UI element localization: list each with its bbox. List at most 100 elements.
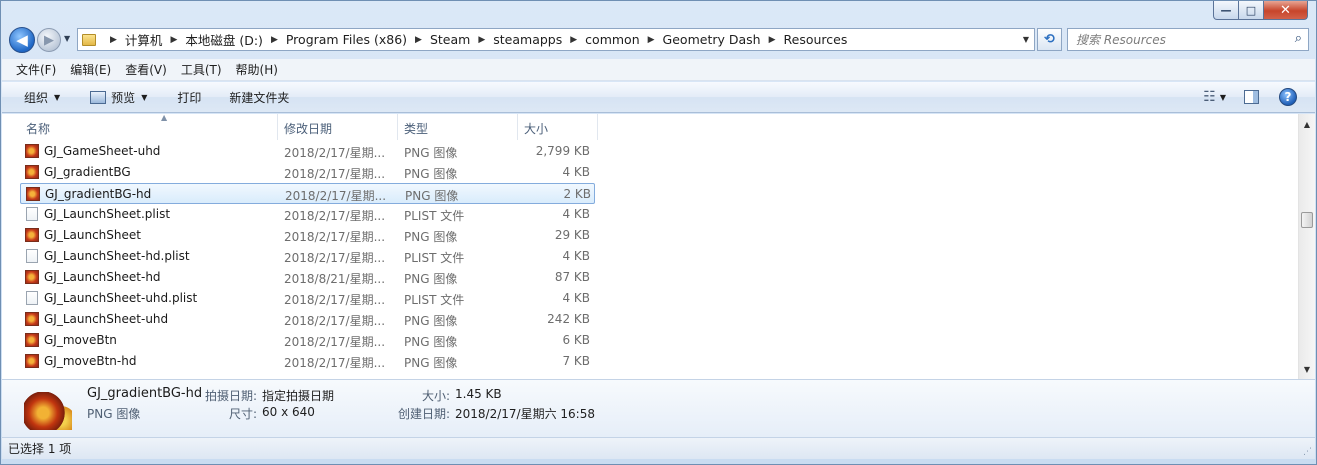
breadcrumb-chevron-icon[interactable]: ▶	[648, 35, 655, 45]
preview-pane-icon[interactable]	[1244, 90, 1259, 104]
details-created-value: 2018/2/17/星期六 16:58	[455, 407, 595, 421]
folder-icon	[82, 33, 96, 46]
column-type-label: 类型	[404, 122, 429, 136]
breadcrumb-chevron-icon[interactable]: ▶	[570, 35, 577, 45]
close-button[interactable]: ✕	[1264, 1, 1308, 20]
file-date: 2018/2/17/星期...	[284, 230, 386, 244]
breadcrumb-item[interactable]: steamapps	[493, 32, 562, 47]
breadcrumb-chevron-icon[interactable]: ▶	[415, 35, 422, 45]
column-date[interactable]: 修改日期	[278, 114, 398, 140]
menu-item[interactable]: 查看(V)	[118, 61, 174, 78]
breadcrumb-item[interactable]: common	[585, 32, 639, 47]
breadcrumb-chevron-icon[interactable]: ▶	[170, 35, 177, 45]
file-type: PLIST 文件	[404, 293, 465, 307]
maximize-button[interactable]: □	[1239, 1, 1264, 20]
column-size[interactable]: 大小	[518, 114, 598, 140]
file-row[interactable]: GJ_GameSheet-uhd 2018/2/17/星期... PNG 图像 2,7…	[20, 141, 595, 162]
file-date: 2018/2/17/星期...	[284, 335, 386, 349]
new-folder-label: 新建文件夹	[229, 90, 290, 105]
recent-pages-icon[interactable]: ▼	[64, 34, 70, 43]
command-bar: 组织 ▼ 预览 ▼ 打印 新建文件夹 ☷ ▼ ?	[2, 82, 1315, 113]
sort-ascending-icon: ▲	[161, 114, 168, 122]
chevron-down-icon[interactable]: ▼	[1220, 93, 1226, 102]
details-filetype: PNG 图像	[87, 407, 141, 421]
file-icon	[26, 207, 38, 221]
details-size-value: 1.45 KB	[455, 387, 502, 401]
file-type: PNG 图像	[404, 356, 458, 370]
file-name: GJ_gradientBG	[44, 165, 131, 179]
breadcrumb-item[interactable]: 计算机	[125, 30, 163, 49]
resize-grip-icon[interactable]: ⋰	[1303, 447, 1312, 457]
breadcrumb-chevron-icon[interactable]: ▶	[271, 35, 278, 45]
back-button[interactable]: ◀	[9, 27, 35, 53]
search-box: ⌕	[1067, 28, 1309, 51]
breadcrumb-chevron-icon[interactable]: ▶	[478, 35, 485, 45]
file-row[interactable]: GJ_gradientBG-hd 2018/2/17/星期... PNG 图像 2 K…	[20, 183, 595, 204]
scroll-down-icon[interactable]: ▼	[1299, 361, 1315, 377]
search-input[interactable]	[1076, 30, 1286, 49]
address-bar[interactable]: ▶ 计算机 ▶ 本地磁盘 (D:) ▶ Program Files (x86) ▶ Steam…	[77, 28, 1035, 51]
file-type: PLIST 文件	[404, 209, 465, 223]
file-list: 名称 ▲ 修改日期 类型 大小 GJ_GameSheet-uhd 2018/2/1…	[2, 114, 1315, 379]
file-row[interactable]: GJ_LaunchSheet-uhd 2018/2/17/星期... PNG 图像 2…	[20, 309, 595, 330]
file-date: 2018/2/17/星期...	[284, 251, 386, 265]
breadcrumb: ▶ 计算机 ▶ 本地磁盘 (D:) ▶ Program Files (x86) ▶ Steam…	[102, 30, 847, 49]
file-row[interactable]: GJ_LaunchSheet.plist 2018/2/17/星期... PLIST…	[20, 204, 595, 225]
organize-label: 组织	[24, 90, 49, 105]
breadcrumb-item[interactable]: 本地磁盘 (D:)	[185, 30, 263, 49]
refresh-button[interactable]: ⟲	[1037, 28, 1062, 51]
menu-item[interactable]: 工具(T)	[174, 61, 229, 78]
breadcrumb-item[interactable]: Program Files (x86)	[286, 32, 407, 47]
caption-buttons: — □ ✕	[1213, 1, 1308, 20]
preview-icon	[90, 90, 107, 104]
details-taken-value[interactable]: 指定拍摄日期	[262, 387, 334, 404]
file-name: GJ_moveBtn-hd	[44, 354, 137, 368]
file-type: PNG 图像	[404, 335, 458, 349]
menu-item[interactable]: 文件(F)	[9, 61, 63, 78]
file-type: PLIST 文件	[404, 251, 465, 265]
new-folder-button[interactable]: 新建文件夹	[213, 82, 301, 112]
breadcrumb-item[interactable]: Steam	[430, 32, 470, 47]
breadcrumb-item[interactable]: Resources	[784, 32, 848, 47]
chevron-down-icon: ▼	[141, 92, 148, 102]
column-type[interactable]: 类型	[398, 114, 518, 140]
help-icon[interactable]: ?	[1279, 88, 1297, 106]
file-size: 242 KB	[547, 312, 590, 326]
file-name: GJ_LaunchSheet-uhd.plist	[44, 291, 198, 305]
breadcrumb-segment: ▶ Resources	[761, 32, 848, 47]
breadcrumb-chevron-icon[interactable]: ▶	[110, 35, 117, 45]
breadcrumb-segment: ▶ steamapps	[470, 32, 562, 47]
file-size: 4 KB	[562, 291, 590, 305]
file-thumbnail	[24, 392, 72, 430]
file-row[interactable]: GJ_LaunchSheet-hd.plist 2018/2/17/星期... PL…	[20, 246, 595, 267]
png-icon	[25, 333, 39, 347]
file-icon	[26, 291, 38, 305]
menu-item[interactable]: 编辑(E)	[63, 61, 118, 78]
file-row[interactable]: GJ_moveBtn 2018/2/17/星期... PNG 图像 6 KB	[20, 330, 595, 351]
file-row[interactable]: GJ_gradientBG 2018/2/17/星期... PNG 图像 4 KB	[20, 162, 595, 183]
print-button[interactable]: 打印	[159, 82, 213, 112]
forward-button[interactable]: ▶	[37, 28, 61, 52]
search-icon[interactable]: ⌕	[1295, 31, 1302, 46]
scroll-up-icon[interactable]: ▲	[1299, 116, 1315, 132]
breadcrumb-chevron-icon[interactable]: ▶	[769, 35, 776, 45]
vertical-scrollbar[interactable]: ▲ ▼	[1298, 114, 1315, 379]
file-row[interactable]: GJ_LaunchSheet-uhd.plist 2018/2/17/星期... P…	[20, 288, 595, 309]
column-name[interactable]: 名称 ▲	[20, 114, 278, 140]
details-created-label: 创建日期:	[398, 407, 451, 421]
scroll-thumb[interactable]	[1301, 212, 1313, 228]
file-row[interactable]: GJ_LaunchSheet-hd 2018/8/21/星期... PNG 图像 87…	[20, 267, 595, 288]
file-row[interactable]: GJ_LaunchSheet 2018/2/17/星期... PNG 图像 29 KB	[20, 225, 595, 246]
breadcrumb-item[interactable]: Geometry Dash	[663, 32, 761, 47]
organize-button[interactable]: 组织 ▼	[2, 82, 72, 112]
address-dropdown-icon[interactable]: ▼	[1018, 29, 1034, 50]
minimize-button[interactable]: —	[1213, 1, 1239, 20]
preview-button[interactable]: 预览 ▼	[72, 82, 159, 112]
menu-item[interactable]: 帮助(H)	[229, 61, 285, 78]
file-type: PNG 图像	[404, 146, 458, 160]
file-date: 2018/2/17/星期...	[284, 356, 386, 370]
view-options-icon[interactable]: ☷	[1203, 89, 1216, 105]
file-row[interactable]: GJ_moveBtn-hd 2018/2/17/星期... PNG 图像 7 KB	[20, 351, 595, 372]
details-taken-label: 拍摄日期:	[205, 389, 258, 403]
file-date: 2018/2/17/星期...	[284, 167, 386, 181]
